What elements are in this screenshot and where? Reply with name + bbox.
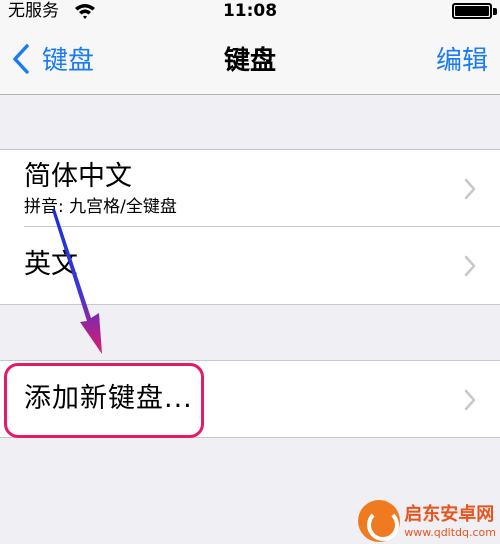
watermark: 启东安卓网 www.qdltdq.com	[358, 500, 496, 542]
battery-fill	[455, 6, 489, 16]
add-keyboard-label: 添加新键盘...	[24, 383, 193, 414]
back-button[interactable]: 键盘	[12, 22, 94, 95]
keyboard-list: 简体中文 拼音: 九宫格/全键盘 英文	[0, 149, 500, 305]
back-label: 键盘	[42, 46, 95, 76]
chevron-right-icon	[464, 389, 476, 410]
chevron-right-icon	[464, 178, 476, 199]
chevron-right-icon	[464, 255, 476, 276]
status-bar: 无服务 11:08	[0, 0, 500, 22]
add-keyboard-group: 添加新键盘...	[0, 360, 500, 438]
status-time: 11:08	[222, 1, 278, 21]
edit-button[interactable]: 编辑	[436, 22, 488, 95]
keyboard-subtitle: 拼音: 九宫格/全键盘	[24, 197, 177, 217]
watermark-logo-icon	[358, 500, 401, 542]
battery-icon	[452, 3, 492, 19]
watermark-url: www.qdltdq.com	[404, 525, 496, 539]
add-keyboard-button[interactable]: 添加新键盘...	[0, 361, 500, 438]
navigation-bar: 键盘 键盘 编辑	[0, 22, 500, 95]
keyboard-item-chinese[interactable]: 简体中文 拼音: 九宫格/全键盘	[0, 150, 500, 227]
chevron-left-icon	[13, 43, 29, 74]
keyboard-item-english[interactable]: 英文	[0, 226, 500, 304]
keyboard-title: 简体中文	[24, 161, 132, 192]
watermark-name: 启东安卓网	[404, 503, 495, 525]
keyboard-title: 英文	[24, 249, 78, 280]
battery-tip	[493, 8, 497, 15]
